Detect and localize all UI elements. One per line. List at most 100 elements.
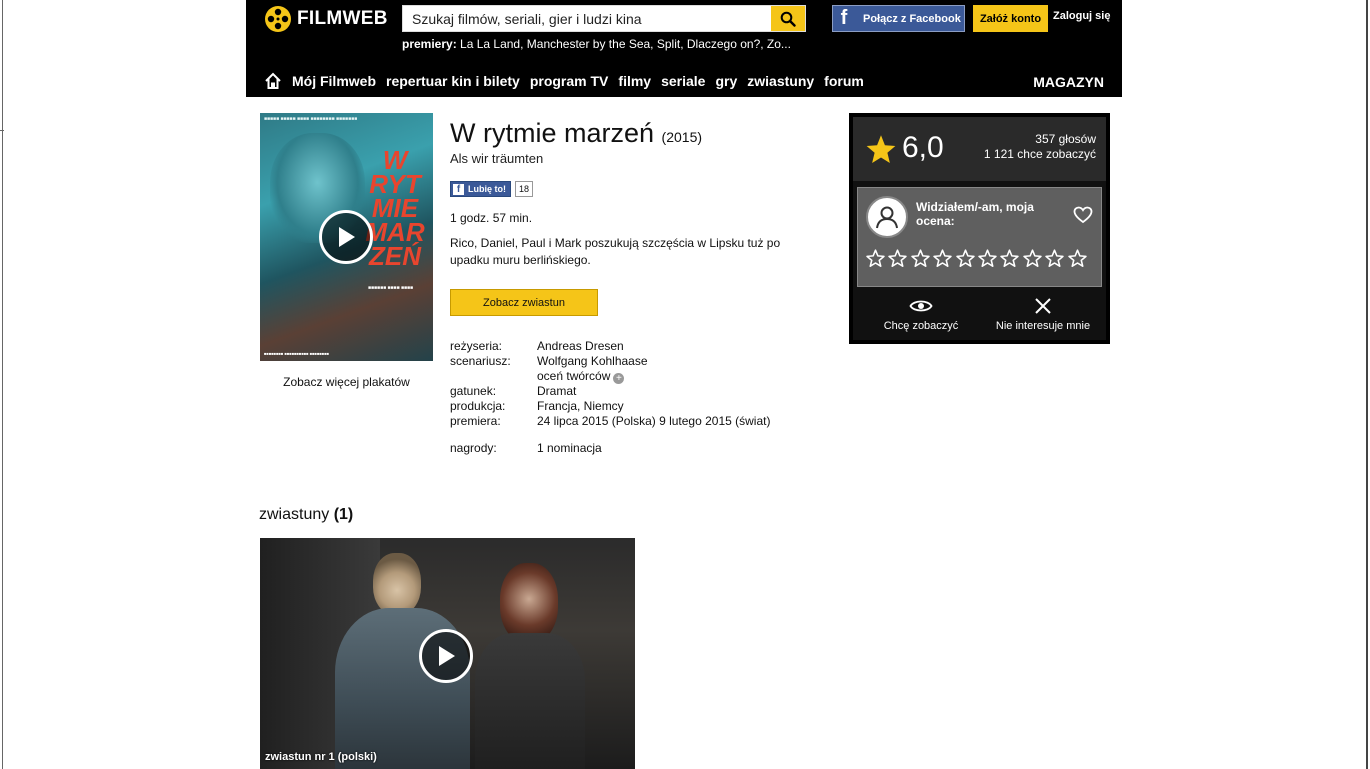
- trailers-count: (1): [333, 506, 354, 523]
- search-icon: [780, 11, 796, 27]
- site-header: FILMWEB premiery: La La Land, Manchester…: [246, 0, 1122, 97]
- nav-zwiastuny[interactable]: zwiastuny: [747, 73, 814, 89]
- home-icon[interactable]: [264, 72, 282, 90]
- film-title-text: W rytmie marzeń: [450, 118, 655, 148]
- window-border-left: [2, 0, 3, 769]
- trailer-scene-person: [475, 563, 585, 769]
- rate-star-8-icon[interactable]: [1022, 249, 1042, 267]
- close-icon: [1035, 298, 1051, 314]
- director-link[interactable]: Andreas Dresen: [537, 339, 624, 353]
- trailers-heading-label: zwiastuny: [259, 506, 330, 523]
- facebook-icon: f: [453, 183, 464, 195]
- premieres-line: premiery: La La Land, Manchester by the …: [402, 37, 791, 51]
- trailers-heading: zwiastuny (1): [259, 506, 353, 524]
- poster-play-button[interactable]: [319, 210, 373, 264]
- window-border-right: [1366, 0, 1368, 769]
- nav-magazyn[interactable]: MAGAZYN: [1033, 74, 1104, 90]
- rate-star-9-icon[interactable]: [1045, 249, 1064, 267]
- filmweb-logo[interactable]: FILMWEB: [264, 5, 388, 33]
- film-reel-icon: [265, 6, 291, 32]
- film-poster[interactable]: ■■■■■ ■■■■■ ■■■■ ■■■■■■■■ ■■■■■■■ W RYT …: [260, 113, 433, 361]
- film-year: (2015): [661, 129, 703, 145]
- main-nav: Mój Filmweb repertuar kin i bilety progr…: [264, 72, 864, 90]
- user-icon: [876, 206, 898, 229]
- premiere-dates: 24 lipca 2015 (Polska) 9 lutego 2015 (św…: [537, 414, 771, 428]
- rate-creators-label: oceń twórców: [537, 369, 611, 383]
- poster-credits-bottom: ■■■■■■■■ ■■■■■■■■■■ ■■■■■■■■: [264, 351, 330, 356]
- want-to-see-label: Chcę zobaczyć: [883, 320, 959, 332]
- rate-star-7-icon[interactable]: [1000, 249, 1020, 267]
- play-icon: [439, 646, 455, 666]
- votes-info: 357 głosów 1 121 chce zobaczyć: [984, 132, 1096, 162]
- star-icon: [866, 135, 896, 163]
- like-label: Lubię to!: [468, 184, 506, 194]
- detail-label: scenariusz:: [450, 354, 511, 368]
- premieres-links[interactable]: La La Land, Manchester by the Sea, Split…: [460, 37, 791, 51]
- eye-icon: [909, 300, 933, 312]
- poster-tagline: ■■■■■■ ■■■■ ■■■■: [368, 285, 414, 291]
- writer-link[interactable]: Wolfgang Kohlhaase: [537, 354, 648, 368]
- rating-actions: Chcę zobaczyć Nie interesuje mnie: [853, 292, 1106, 340]
- not-interested-label: Nie interesuje mnie: [995, 320, 1091, 332]
- search-button[interactable]: [771, 6, 805, 31]
- nav-repertuar[interactable]: repertuar kin i bilety: [386, 73, 520, 89]
- facebook-connect-label: Połącz z Facebook: [863, 12, 961, 25]
- not-interested-button[interactable]: Nie interesuje mnie: [983, 292, 1103, 332]
- detail-label: produkcja:: [450, 399, 506, 413]
- facebook-connect-button[interactable]: f Połącz z Facebook: [832, 5, 965, 32]
- window-border-tick: [0, 130, 4, 131]
- rate-star-3-icon[interactable]: [911, 249, 930, 267]
- want-to-see-button[interactable]: Chcę zobaczyć: [861, 292, 981, 332]
- more-posters-link[interactable]: Zobacz więcej plakatów: [260, 375, 433, 389]
- film-description: Rico, Daniel, Paul i Mark poszukują szcz…: [450, 236, 781, 267]
- search-input[interactable]: [403, 6, 771, 31]
- film-title: W rytmie marzeń (2015): [450, 118, 702, 149]
- genre-link[interactable]: Dramat: [537, 384, 576, 398]
- my-rating-panel: Widziałem/-am, moja ocena:: [857, 187, 1102, 287]
- production-link[interactable]: Francja, Niemcy: [537, 399, 624, 413]
- rate-star-5-icon[interactable]: [955, 249, 975, 267]
- facebook-like-widget: f Lubię to! 18: [450, 181, 534, 197]
- rate-star-4-icon[interactable]: [933, 249, 952, 267]
- nav-moj-filmweb[interactable]: Mój Filmweb: [292, 73, 376, 89]
- rating-summary: 6,0 357 głosów 1 121 chce zobaczyć: [853, 117, 1106, 181]
- trailer-thumbnail[interactable]: zwiastun nr 1 (polski): [260, 538, 635, 769]
- logo-text: FILMWEB: [297, 8, 388, 29]
- want-to-see-count: 1 121 chce zobaczyć: [983, 147, 1096, 161]
- rate-star-2-icon[interactable]: [888, 249, 908, 267]
- film-duration: 1 godz. 57 min.: [450, 211, 533, 225]
- detail-label: gatunek:: [450, 384, 497, 398]
- awards-link[interactable]: 1 nominacja: [537, 441, 602, 455]
- rate-creators-link[interactable]: oceń twórców +: [537, 369, 625, 384]
- premieres-label: premiery:: [402, 37, 457, 51]
- original-title: Als wir träumten: [450, 151, 544, 166]
- watch-trailer-button[interactable]: Zobacz zwiastun: [450, 289, 598, 316]
- nav-forum[interactable]: forum: [824, 73, 864, 89]
- rating-value: 6,0: [902, 131, 944, 164]
- poster-title-letters: W RYT MIE MAR ZEŃ: [365, 145, 425, 271]
- detail-label: nagrody:: [450, 441, 497, 455]
- nav-filmy[interactable]: filmy: [618, 73, 651, 89]
- detail-label: reżyseria:: [450, 339, 503, 353]
- trailer-play-button[interactable]: [419, 629, 473, 683]
- rate-star-10-icon[interactable]: [1067, 249, 1087, 267]
- facebook-icon: f: [840, 7, 848, 29]
- nav-seriale[interactable]: seriale: [661, 73, 705, 89]
- login-link[interactable]: Zaloguj się: [1053, 10, 1110, 22]
- rate-star-1-icon[interactable]: [866, 249, 885, 267]
- trailer-caption: zwiastun nr 1 (polski): [265, 751, 377, 763]
- search-box: [402, 5, 806, 32]
- votes-count: 357 głosów: [1035, 132, 1096, 146]
- plus-icon: +: [613, 373, 625, 384]
- facebook-like-button[interactable]: f Lubię to!: [450, 181, 511, 197]
- nav-gry[interactable]: gry: [715, 73, 737, 89]
- detail-label: premiera:: [450, 414, 501, 428]
- poster-title-art: W RYT MIE MAR ZEŃ: [360, 145, 430, 271]
- rate-star-6-icon[interactable]: [978, 249, 997, 267]
- seen-it-label: Widziałem/-am, moja ocena:: [916, 200, 1034, 228]
- nav-program-tv[interactable]: program TV: [530, 73, 609, 89]
- register-button[interactable]: Załóż konto: [973, 5, 1048, 32]
- rating-box: 6,0 357 głosów 1 121 chce zobaczyć Widzi…: [849, 113, 1110, 344]
- heart-icon[interactable]: [1073, 206, 1093, 224]
- play-icon: [339, 227, 355, 247]
